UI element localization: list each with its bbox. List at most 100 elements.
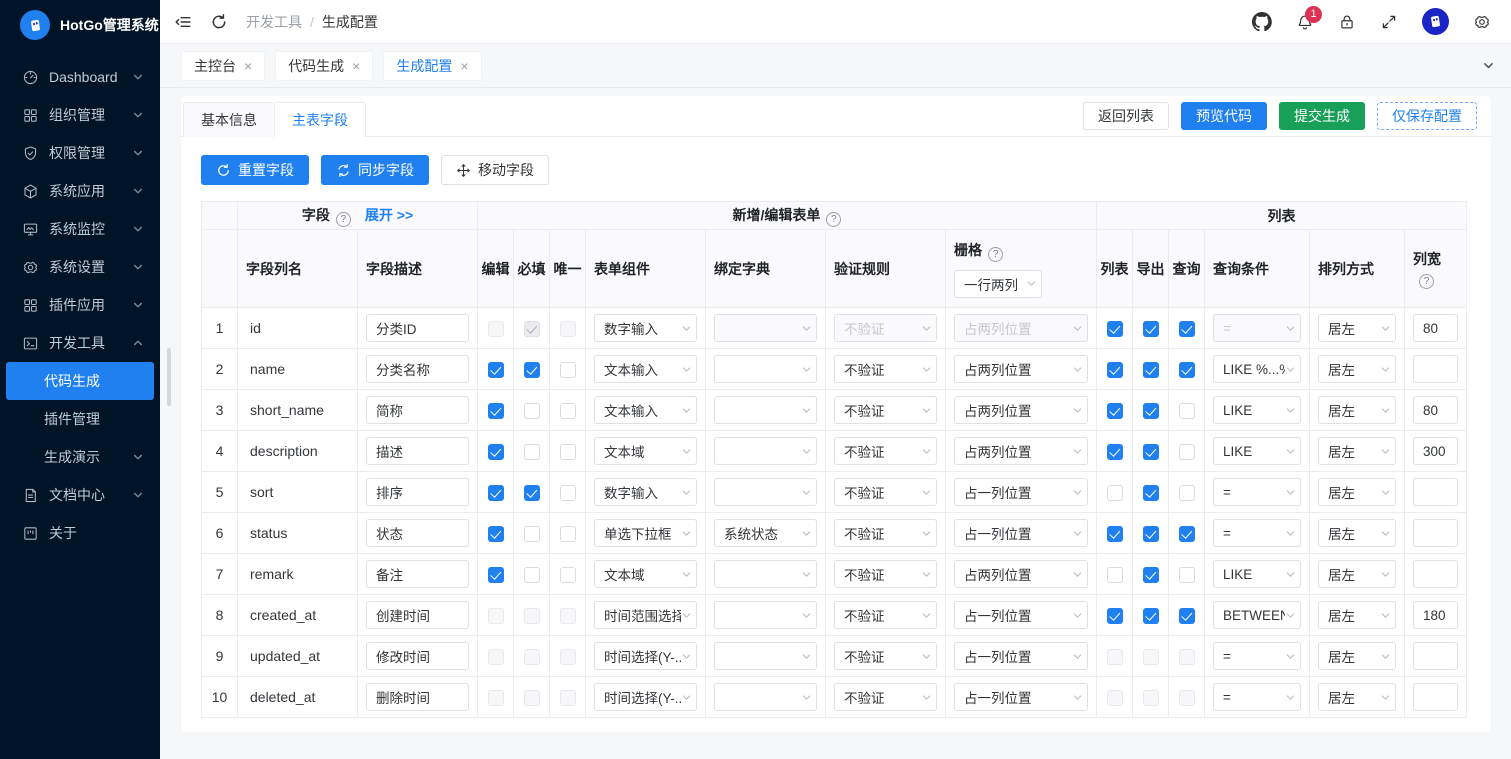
align-select[interactable]: 居左 [1318, 560, 1396, 588]
sidebar-item[interactable]: 代码生成 [6, 362, 154, 400]
sidebar-item[interactable]: 插件应用 [6, 286, 154, 324]
sync-field-button[interactable]: 同步字段 [321, 155, 429, 185]
query-checkbox[interactable] [1178, 607, 1195, 624]
grid-select[interactable]: 占两列位置 [954, 314, 1088, 342]
query_cond-select[interactable]: = [1213, 642, 1301, 670]
list-checkbox[interactable] [1106, 566, 1123, 583]
breadcrumb-section[interactable]: 开发工具 [246, 12, 302, 32]
validation-select[interactable]: 不验证 [834, 642, 937, 670]
edit-checkbox[interactable] [487, 607, 504, 624]
close-icon[interactable]: × [460, 59, 468, 73]
query-checkbox[interactable] [1178, 648, 1195, 665]
sidebar-item[interactable]: Dashboard [6, 58, 154, 96]
required-checkbox[interactable] [523, 361, 540, 378]
user-avatar[interactable] [1422, 8, 1449, 35]
edit-checkbox[interactable] [487, 443, 504, 460]
query_cond-select[interactable]: = [1213, 519, 1301, 547]
list-checkbox[interactable] [1106, 648, 1123, 665]
field-desc-input[interactable] [366, 519, 469, 547]
list-checkbox[interactable] [1106, 484, 1123, 501]
validation-select[interactable]: 不验证 [834, 478, 937, 506]
align-select[interactable]: 居左 [1318, 396, 1396, 424]
validation-select[interactable]: 不验证 [834, 601, 937, 629]
fullscreen-icon[interactable] [1380, 13, 1398, 31]
column-width-input[interactable] [1413, 355, 1458, 383]
required-checkbox[interactable] [523, 484, 540, 501]
export-checkbox[interactable] [1142, 320, 1159, 337]
field-desc-input[interactable] [366, 601, 469, 629]
unique-checkbox[interactable] [559, 443, 576, 460]
required-checkbox[interactable] [523, 607, 540, 624]
field-desc-input[interactable] [366, 396, 469, 424]
query-checkbox[interactable] [1178, 361, 1195, 378]
dict-select[interactable]: 系统状态 [714, 519, 817, 547]
sidebar-item[interactable]: 开发工具 [6, 324, 154, 362]
edit-checkbox[interactable] [487, 566, 504, 583]
query-checkbox[interactable] [1178, 402, 1195, 419]
save-config-button[interactable]: 仅保存配置 [1377, 102, 1477, 130]
route-tab[interactable]: 生成配置 × [383, 50, 482, 81]
query-checkbox[interactable] [1178, 525, 1195, 542]
column-width-input[interactable] [1413, 601, 1458, 629]
field-desc-input[interactable] [366, 437, 469, 465]
unique-checkbox[interactable] [559, 320, 576, 337]
card-tab[interactable]: 基本信息 [183, 102, 274, 137]
sidebar-collapse-icon[interactable] [174, 13, 192, 31]
column-width-input[interactable] [1413, 560, 1458, 588]
edit-checkbox[interactable] [487, 402, 504, 419]
field-desc-input[interactable] [366, 314, 469, 342]
sidebar-item[interactable]: 文档中心 [6, 476, 154, 514]
column-width-input[interactable] [1413, 314, 1458, 342]
validation-select[interactable]: 不验证 [834, 437, 937, 465]
route-tab[interactable]: 代码生成 × [275, 50, 374, 81]
sidebar-item[interactable]: 组织管理 [6, 96, 154, 134]
export-checkbox[interactable] [1142, 402, 1159, 419]
query_cond-select[interactable]: BETWEEN [1213, 601, 1301, 629]
grid-select[interactable]: 占两列位置 [954, 437, 1088, 465]
grid-select[interactable]: 占一列位置 [954, 519, 1088, 547]
edit-checkbox[interactable] [487, 320, 504, 337]
sidebar-item[interactable]: 权限管理 [6, 134, 154, 172]
component-select[interactable]: 时间选择(Y-... [594, 683, 697, 711]
export-checkbox[interactable] [1142, 525, 1159, 542]
refresh-field-button[interactable]: 重置字段 [201, 155, 309, 185]
unique-checkbox[interactable] [559, 607, 576, 624]
validation-select[interactable]: 不验证 [834, 396, 937, 424]
dict-select[interactable] [714, 683, 817, 711]
close-icon[interactable]: × [352, 59, 360, 73]
query-checkbox[interactable] [1178, 689, 1195, 706]
help-icon[interactable]: ? [335, 211, 351, 227]
query_cond-select[interactable]: LIKE [1213, 560, 1301, 588]
move-field-button[interactable]: 移动字段 [441, 155, 549, 185]
column-width-input[interactable] [1413, 642, 1458, 670]
export-checkbox[interactable] [1142, 648, 1159, 665]
field-desc-input[interactable] [366, 560, 469, 588]
required-checkbox[interactable] [523, 689, 540, 706]
list-checkbox[interactable] [1106, 361, 1123, 378]
scrollbar-thumb[interactable] [167, 348, 171, 406]
dict-select[interactable] [714, 642, 817, 670]
tabbar-chevron-down-icon[interactable] [1482, 59, 1495, 72]
align-select[interactable]: 居左 [1318, 642, 1396, 670]
route-tab[interactable]: 主控台 × [181, 50, 266, 81]
unique-checkbox[interactable] [559, 402, 576, 419]
close-icon[interactable]: × [244, 59, 252, 73]
query_cond-select[interactable]: = [1213, 683, 1301, 711]
list-checkbox[interactable] [1106, 607, 1123, 624]
export-checkbox[interactable] [1142, 607, 1159, 624]
unique-checkbox[interactable] [559, 689, 576, 706]
component-select[interactable]: 文本输入 [594, 396, 697, 424]
grid-select[interactable]: 占一列位置 [954, 478, 1088, 506]
sidebar-item[interactable]: 生成演示 [6, 438, 154, 476]
dict-select[interactable] [714, 437, 817, 465]
notifications-button[interactable]: 1 [1296, 5, 1322, 31]
list-checkbox[interactable] [1106, 443, 1123, 460]
submit-generate-button[interactable]: 提交生成 [1279, 102, 1365, 130]
query-checkbox[interactable] [1178, 484, 1195, 501]
validation-select[interactable]: 不验证 [834, 355, 937, 383]
component-select[interactable]: 单选下拉框 [594, 519, 697, 547]
required-checkbox[interactable] [523, 525, 540, 542]
sidebar-item[interactable]: 系统应用 [6, 172, 154, 210]
component-select[interactable]: 时间选择(Y-... [594, 642, 697, 670]
align-select[interactable]: 居左 [1318, 478, 1396, 506]
